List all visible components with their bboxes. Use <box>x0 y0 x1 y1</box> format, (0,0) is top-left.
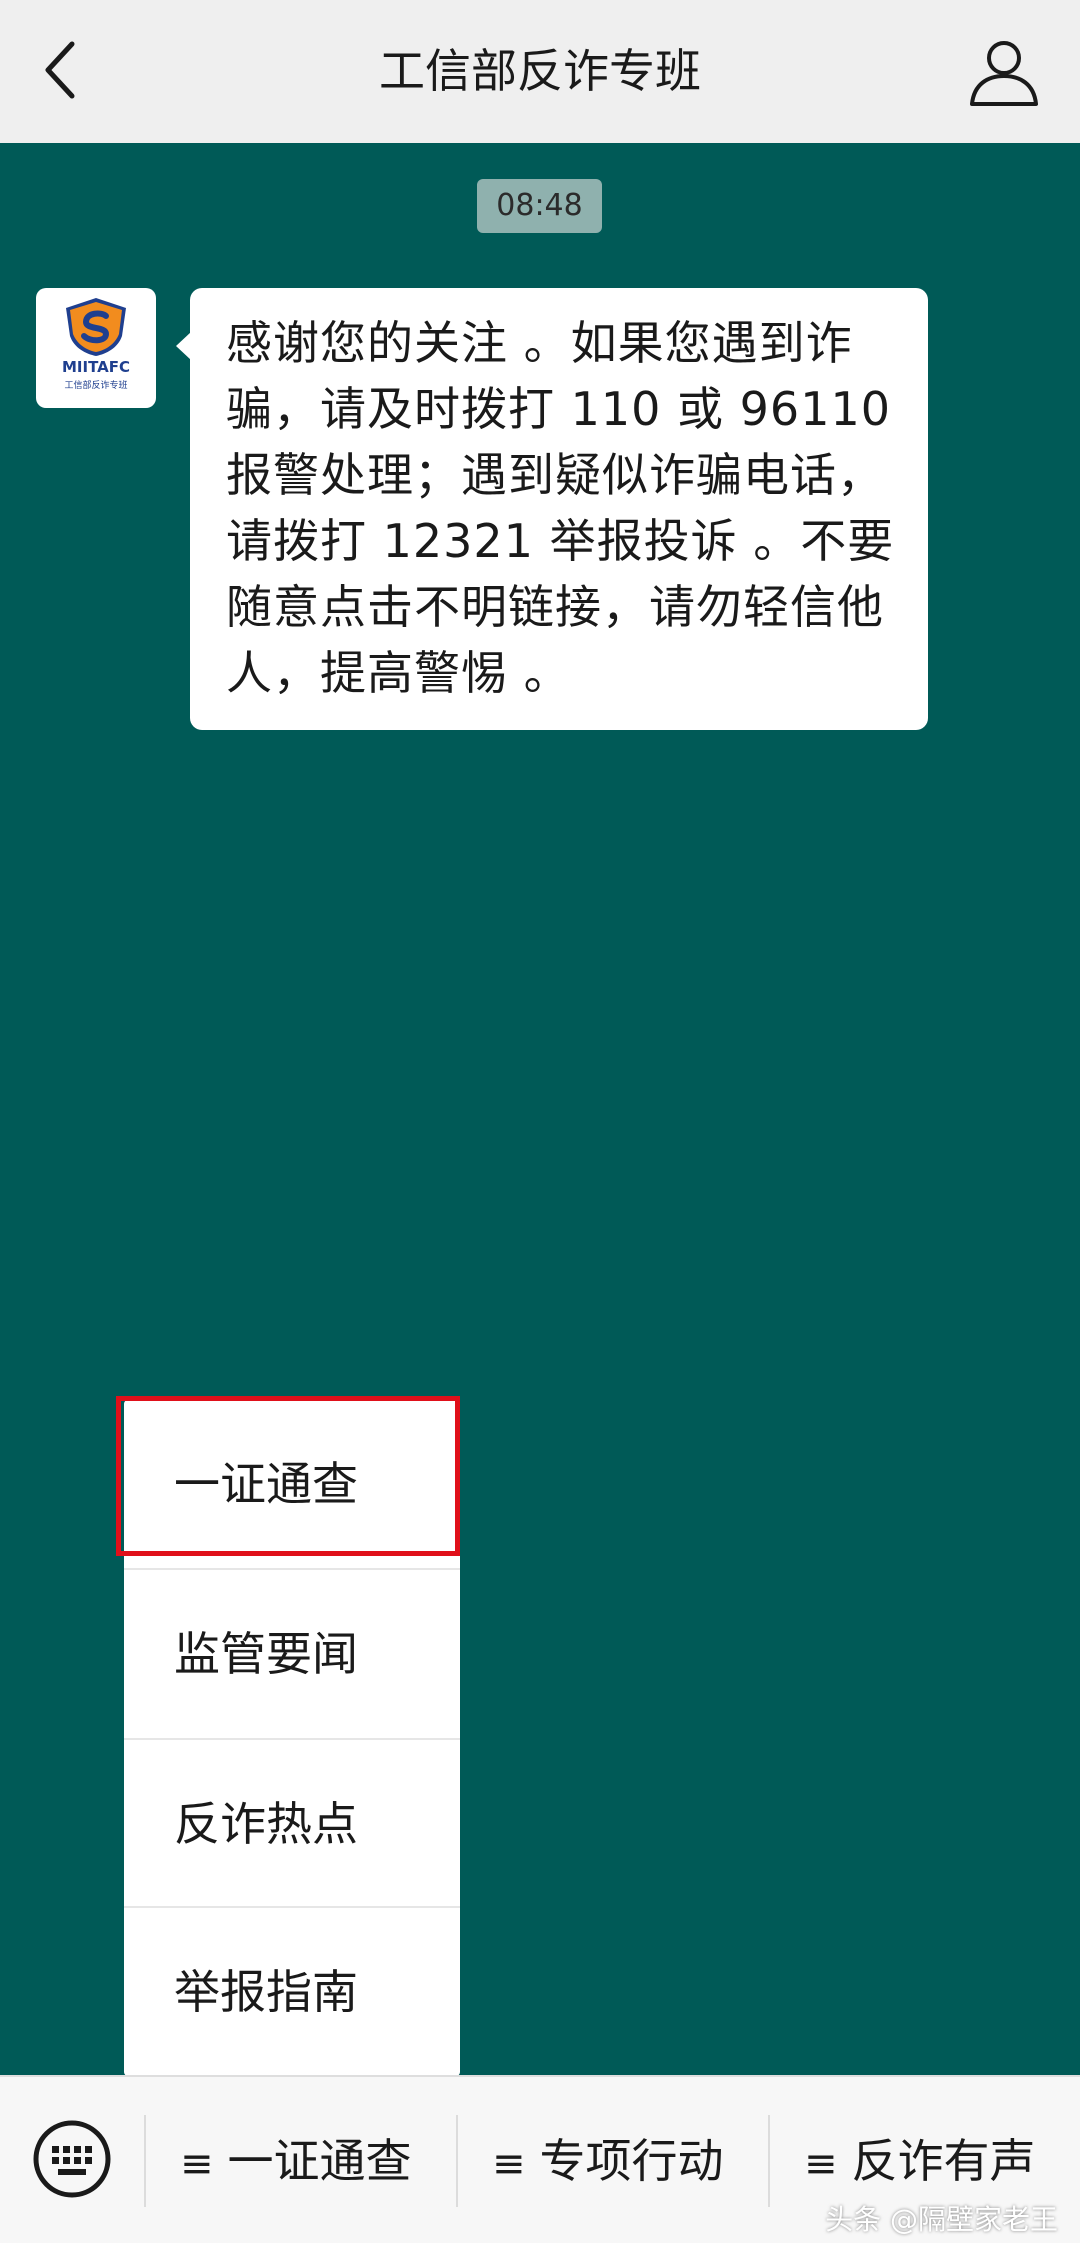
page-title: 工信部反诈专班 <box>379 44 701 98</box>
timestamp: 08:48 <box>477 179 602 233</box>
keyboard-icon <box>33 2120 111 2198</box>
menu-lines-icon: ≡ <box>804 2141 838 2187</box>
menu-separator <box>456 2115 458 2207</box>
message-text: 感谢您的关注 。如果您遇到诈骗，请及时拨打 110 或 96110 报警处理；遇… <box>226 316 895 700</box>
shield-logo-icon <box>66 298 126 356</box>
menu-button-label: 专项行动 <box>539 2134 724 2188</box>
avatar[interactable]: MIITAFC 工信部反诈专班 <box>36 288 156 408</box>
keyboard-button[interactable] <box>32 2119 112 2199</box>
highlight-annotation-box <box>116 1396 460 1556</box>
submenu-item-jianguanyaowen[interactable]: 监管要闻 <box>124 1570 460 1738</box>
bubble-tail <box>176 332 191 360</box>
logo-subtext: 工信部反诈专班 <box>64 381 128 391</box>
menu-button-yizhengtongcha[interactable]: ≡ 一证通查 <box>180 2077 412 2243</box>
person-icon <box>970 41 1038 106</box>
submenu-item-fanzharedian[interactable]: 反诈热点 <box>124 1740 460 1908</box>
logo-text: MIITAFC <box>61 358 131 376</box>
profile-button[interactable] <box>966 34 1042 110</box>
watermark: 头条 @隔壁家老王 <box>825 2203 1058 2236</box>
menu-lines-icon: ≡ <box>492 2141 526 2187</box>
message-bubble[interactable]: 感谢您的关注 。如果您遇到诈骗，请及时拨打 110 或 96110 报警处理；遇… <box>176 288 928 730</box>
menu-separator <box>144 2115 146 2207</box>
menu-button-label: 一证通查 <box>227 2134 412 2188</box>
menu-button-label: 反诈有声 <box>851 2134 1036 2188</box>
top-bar: 工信部反诈专班 <box>0 0 1080 143</box>
menu-separator <box>768 2115 770 2207</box>
menu-button-zhuanxiangxingdong[interactable]: ≡ 专项行动 <box>492 2077 724 2243</box>
menu-lines-icon: ≡ <box>180 2141 214 2187</box>
submenu-item-jubaozhinan[interactable]: 举报指南 <box>124 1908 460 2076</box>
